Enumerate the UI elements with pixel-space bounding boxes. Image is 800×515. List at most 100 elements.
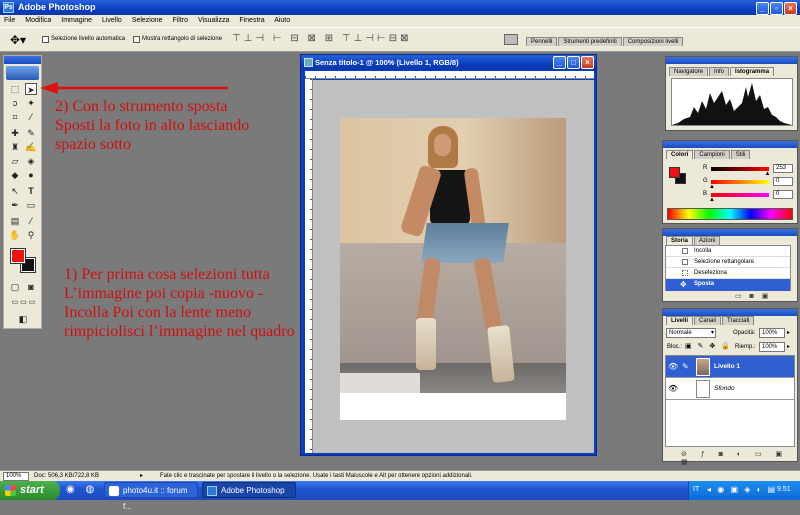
align-buttons-icon[interactable]: ⊤⊥⊣ ⊢ ⊟ ⊠ ⊞ ⊤⊥⊣⊢⊟⊠ [232, 33, 411, 44]
marquee-tool-icon[interactable]: ⬚ [9, 83, 21, 95]
show-bounds-checkbox[interactable] [133, 36, 140, 43]
history-item-selected[interactable]: ✥ Sposta [666, 279, 790, 291]
eyedropper-icon[interactable]: ⁄ [25, 215, 37, 227]
clone-stamp-icon[interactable]: ♜ [9, 141, 21, 153]
fill-field[interactable]: 100% [759, 342, 785, 352]
zoom-field[interactable]: 100% [3, 472, 29, 481]
notes-tool-icon[interactable]: ▤ [9, 215, 21, 227]
bucket-tool-icon[interactable]: ◈ [25, 155, 37, 167]
slice-tool-icon[interactable]: ⁄ [25, 111, 37, 123]
pen-tool-icon[interactable]: ✒ [9, 199, 21, 211]
b-slider-thumb[interactable]: ▲ [709, 197, 715, 203]
tab-layer-comps[interactable]: Composizioni livelli [622, 37, 684, 46]
horizontal-ruler [305, 71, 594, 79]
lock-icons[interactable]: ▣ ✎ ✥ 🔒 [685, 342, 732, 350]
history-item-label: Selezione rettangolare [694, 259, 755, 265]
tab-history[interactable]: Storia [666, 236, 694, 245]
quickmask-off-icon[interactable]: ▢ [9, 281, 21, 293]
canvas-document[interactable] [340, 118, 566, 420]
doc-maximize-button[interactable]: □ [567, 56, 580, 69]
tab-channels[interactable]: Canali [694, 316, 722, 325]
canvas-area[interactable] [313, 80, 594, 453]
layer-row-sfondo[interactable]: 👁 Sfondo [666, 378, 794, 400]
palette-well-icon[interactable] [504, 34, 518, 45]
restore-button[interactable]: ▫ [770, 2, 783, 15]
crop-tool-icon[interactable]: ⌗ [9, 111, 21, 123]
shape-tool-icon[interactable]: ▭ [25, 199, 37, 211]
language-indicator[interactable]: IT [693, 486, 699, 493]
move-tool-icon[interactable]: ✥▾ [10, 33, 26, 47]
path-select-icon[interactable]: ↖ [9, 185, 21, 197]
g-slider[interactable] [711, 180, 769, 184]
g-value-field[interactable]: 0 [773, 177, 793, 186]
tab-paths[interactable]: Tracciati [722, 316, 755, 325]
b-slider[interactable] [711, 193, 769, 197]
r-slider-thumb[interactable]: ▲ [764, 171, 770, 177]
tab-layers[interactable]: Livelli [666, 316, 694, 325]
brush-tool-icon[interactable]: ✎ [25, 127, 37, 139]
dodge-tool-icon[interactable]: ● [25, 169, 37, 181]
taskbar-item-browser[interactable]: photo4u.it :: forum f... [104, 482, 198, 511]
imageready-icon[interactable]: ◧ [17, 313, 29, 325]
menu-select[interactable]: Selezione [132, 17, 163, 24]
menu-layer[interactable]: Livello [102, 17, 122, 24]
tab-brushes[interactable]: Pennelli [526, 37, 558, 46]
hand-tool-icon[interactable]: ✋ [9, 229, 21, 241]
tab-info[interactable]: Info [709, 67, 730, 76]
quickmask-on-icon[interactable]: ◙ [25, 281, 37, 293]
blur-tool-icon[interactable]: ◆ [9, 169, 21, 181]
b-value-field[interactable]: 0 [773, 190, 793, 199]
tab-swatches[interactable]: Campioni [694, 150, 730, 159]
menu-file[interactable]: File [4, 17, 15, 24]
fill-arrow-icon[interactable]: ▸ [787, 343, 790, 350]
tray-icons[interactable]: ◂ ◉ ▣ ◈ ◐ ▤ [707, 485, 777, 494]
tab-histogram[interactable]: Istogramma [730, 67, 775, 76]
menu-help[interactable]: Aiuto [274, 17, 290, 24]
tab-tool-presets[interactable]: Strumenti predefiniti [558, 37, 622, 46]
tab-styles[interactable]: Stili [730, 150, 751, 159]
magic-wand-icon[interactable]: ✦ [25, 97, 37, 109]
screen-mode-icon[interactable]: ▭ ▭ ▭ [7, 297, 40, 309]
history-brush-icon[interactable]: ✍ [25, 141, 37, 153]
menu-edit[interactable]: Modifica [25, 17, 51, 24]
move-tool-icon[interactable]: ➤ [25, 83, 37, 95]
eye-icon[interactable]: 👁 [668, 384, 678, 393]
tab-actions[interactable]: Azioni [694, 236, 721, 245]
doc-minimize-button[interactable]: _ [553, 56, 566, 69]
menu-image[interactable]: Immagine [61, 17, 92, 24]
eye-icon[interactable]: 👁 [668, 362, 678, 371]
auto-select-checkbox[interactable] [42, 36, 49, 43]
lasso-tool-icon[interactable]: ↄ [9, 97, 21, 109]
blend-mode-select[interactable]: Normale ▾ [666, 328, 716, 338]
r-value-field[interactable]: 253 [773, 164, 793, 173]
history-item[interactable]: Incolla [666, 246, 790, 257]
healing-brush-icon[interactable]: ✚ [9, 127, 21, 139]
tab-color[interactable]: Colori [666, 150, 694, 159]
foreground-color-swatch[interactable] [10, 248, 26, 264]
layers-buttons-icon[interactable]: ⊘ ƒ ◙ ◐ ▭ ▣ ▦ [681, 450, 797, 466]
layer-row-livello-1[interactable]: 👁 ✎ Livello 1 [666, 356, 794, 378]
history-item[interactable]: Selezione rettangolare [666, 257, 790, 268]
taskbar-item-photoshop[interactable]: Adobe Photoshop [202, 482, 296, 498]
menu-filter[interactable]: Filtro [172, 17, 188, 24]
g-slider-thumb[interactable]: ▲ [709, 184, 715, 190]
menu-window[interactable]: Finestra [239, 17, 264, 24]
eraser-tool-icon[interactable]: ▱ [9, 155, 21, 167]
tab-navigator[interactable]: Navigatore [669, 67, 709, 76]
start-button[interactable]: start [0, 481, 60, 500]
opacity-arrow-icon[interactable]: ▸ [787, 329, 790, 336]
color-spectrum-bar[interactable] [667, 208, 793, 220]
r-slider[interactable] [711, 167, 769, 171]
close-button[interactable]: × [784, 2, 797, 15]
minimize-button[interactable]: _ [756, 2, 769, 15]
menu-view[interactable]: Visualizza [198, 17, 229, 24]
doc-info-arrow-icon[interactable]: ▸ [140, 472, 143, 479]
doc-close-button[interactable]: × [581, 56, 594, 69]
zoom-tool-icon[interactable]: ⚲ [25, 229, 37, 241]
history-item[interactable]: Deseleziona [666, 268, 790, 279]
type-tool-icon[interactable]: T [25, 185, 37, 197]
color-fg-swatch[interactable] [669, 167, 680, 178]
quicklaunch-icons[interactable]: ◉ ◍ [66, 484, 98, 495]
history-buttons-icon[interactable]: ▭ ◙ ▣ [735, 292, 771, 300]
opacity-field[interactable]: 100% [759, 328, 785, 338]
